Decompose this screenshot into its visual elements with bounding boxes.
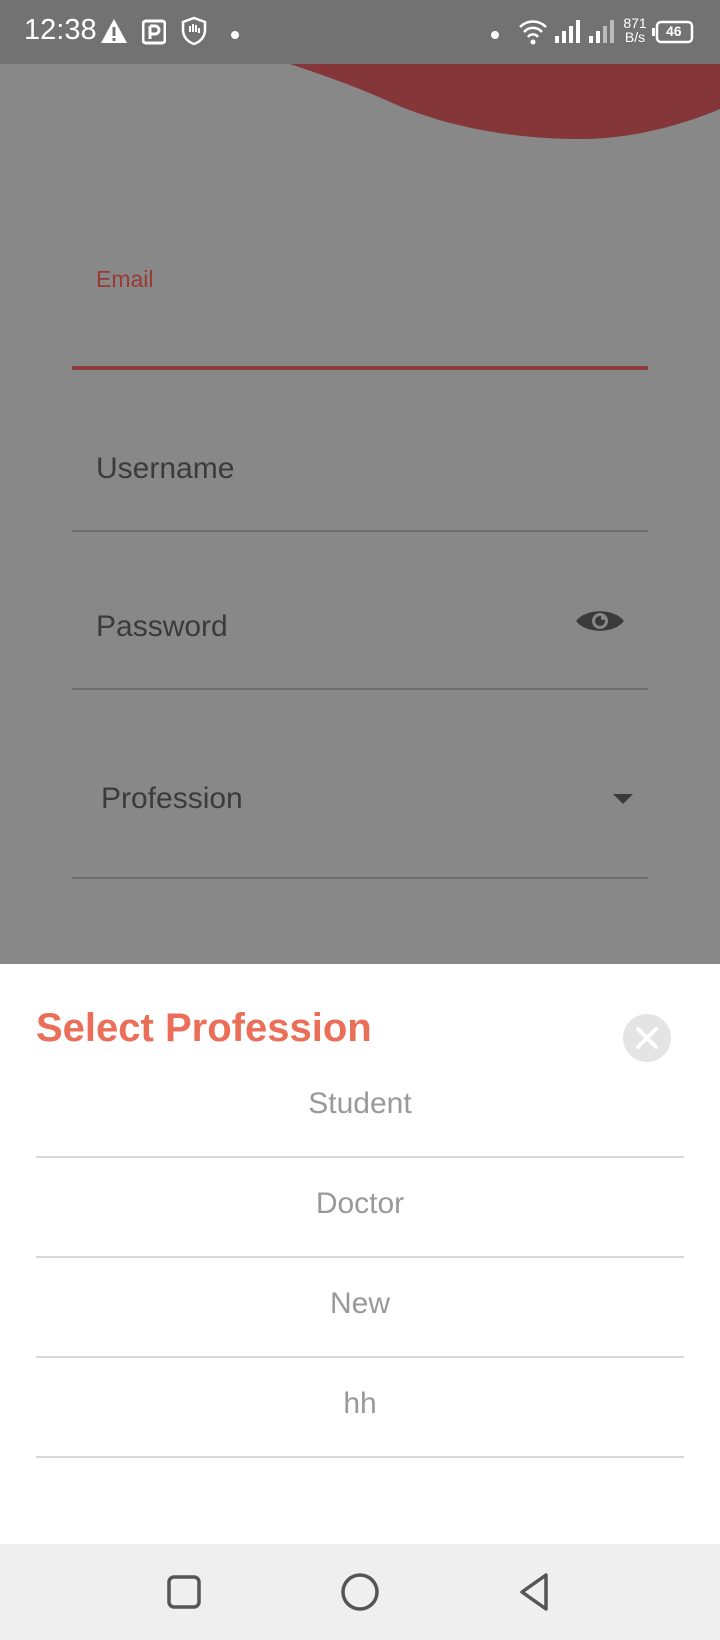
back-triangle-icon [520, 1573, 548, 1611]
square-icon [167, 1575, 201, 1609]
wifi-icon [518, 16, 548, 51]
chevron-down-icon[interactable] [611, 792, 635, 811]
home-button[interactable] [336, 1568, 384, 1616]
net-speed-unit: B/s [624, 29, 646, 45]
net-speed-value: 871 [623, 15, 647, 31]
close-button[interactable] [623, 1014, 671, 1062]
close-icon [636, 1027, 658, 1049]
option-label: New [329, 1287, 390, 1320]
eye-icon[interactable] [574, 606, 626, 641]
profession-underline [72, 877, 648, 879]
circle-icon [341, 1573, 379, 1611]
username-underline [72, 530, 648, 532]
header-wave [290, 64, 720, 139]
battery-level: 46 [666, 23, 682, 39]
signal-icon [554, 18, 582, 49]
username-field[interactable]: Username [96, 452, 234, 486]
dot-icon [490, 27, 500, 45]
recents-button[interactable] [160, 1568, 208, 1616]
password-underline [72, 688, 648, 690]
password-field[interactable]: Password [96, 610, 228, 644]
option-hh[interactable]: hh [36, 1356, 684, 1458]
status-time: 12:38 [24, 14, 97, 46]
option-label: Student [308, 1087, 412, 1120]
email-label: Email [96, 266, 154, 292]
option-doctor[interactable]: Doctor [36, 1156, 684, 1258]
option-new[interactable]: New [36, 1256, 684, 1358]
email-field[interactable] [72, 366, 648, 370]
status-bar: 12:38 871 B/s 46 [0, 0, 720, 64]
parking-app-icon [141, 18, 167, 51]
battery-icon: 46 [652, 20, 694, 49]
net-speed: 871 B/s [620, 16, 650, 44]
system-nav-bar [0, 1544, 720, 1640]
profession-dropdown[interactable]: Profession [101, 782, 243, 816]
back-button[interactable] [512, 1568, 560, 1616]
option-label: hh [343, 1387, 377, 1420]
sheet-title: Select Profession [36, 1006, 372, 1050]
profession-bottom-sheet: Select Profession Student Doctor New hh [0, 964, 720, 1544]
warning-icon [100, 18, 128, 49]
hand-shield-icon [180, 16, 208, 51]
signal-icon [588, 18, 616, 49]
dot-icon [230, 27, 240, 45]
status-icons-right: 871 B/s 46 [490, 16, 700, 48]
option-student[interactable]: Student [36, 1056, 684, 1158]
option-label: Doctor [315, 1187, 405, 1220]
